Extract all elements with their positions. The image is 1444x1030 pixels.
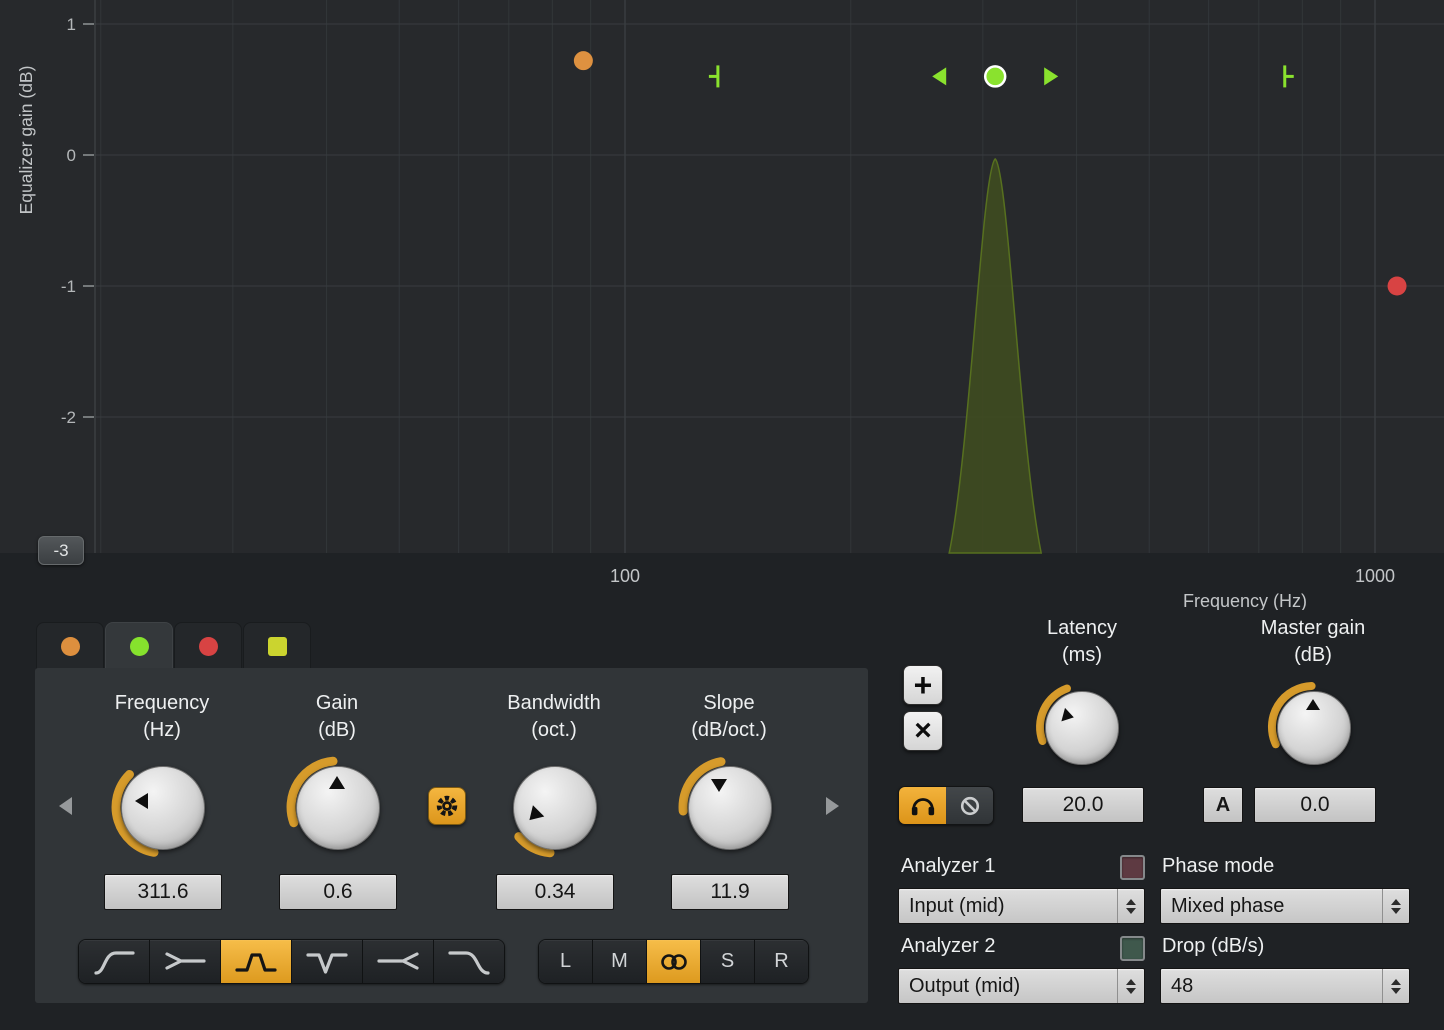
gain-knob-pointer-icon [329, 776, 345, 789]
no-listen-button[interactable] [946, 787, 993, 824]
highpass-icon [92, 946, 136, 978]
latency-knob-pointer-icon [1061, 708, 1075, 724]
red-filter-dot-handle[interactable] [1388, 277, 1407, 296]
lowpass-icon [447, 946, 491, 978]
phase-mode-label: Phase mode [1162, 855, 1274, 878]
phase-mode-selected-value: Mixed phase [1161, 895, 1382, 918]
drop-selected-value: 48 [1161, 975, 1382, 998]
drop-label: Drop (dB/s) [1162, 935, 1264, 958]
gain-value[interactable]: 0.6 [279, 874, 397, 910]
spinner-arrows-icon[interactable] [1382, 889, 1409, 923]
filter-4-square-icon [268, 637, 287, 656]
equalizer-plugin-window: 1 0 -1 -2 100 1000 Equalizer gain (dB) Freque… [0, 0, 1444, 1030]
frequency-knob[interactable] [121, 766, 205, 850]
analyzer2-selected-value: Output (mid) [899, 975, 1117, 998]
channel-left-button[interactable]: L [539, 940, 593, 983]
bandwidth-knob-pointer-icon [524, 805, 545, 826]
channel-stereo-button[interactable] [647, 940, 701, 983]
loshelf-icon [163, 946, 207, 978]
master-gain-value[interactable]: 0.0 [1254, 787, 1376, 823]
bandwidth-value[interactable]: 0.34 [496, 874, 614, 910]
filter-type-hishelf-button[interactable] [363, 940, 434, 983]
filter-2-dot-icon [130, 637, 149, 656]
gear-icon [434, 793, 460, 819]
filter-type-selector [78, 939, 505, 984]
channel-side-button[interactable]: S [701, 940, 755, 983]
analyzer2-checkbox[interactable] [1120, 936, 1145, 961]
listen-mode-group [898, 786, 994, 825]
eq-graph-canvas: 1 0 -1 -2 100 1000 Equalizer gain (dB) Freque… [0, 0, 1444, 610]
filter-edit-panel: Frequency (Hz) 311.6 Gain (dB) 0.6 [35, 668, 868, 1003]
slope-knob[interactable] [688, 766, 772, 850]
analyzer2-label: Analyzer 2 [901, 935, 996, 958]
prev-filter-arrow[interactable] [59, 797, 72, 815]
master-gain-knob-pointer-icon [1306, 699, 1320, 710]
bandwidth-knob[interactable] [513, 766, 597, 850]
latency-value[interactable]: 20.0 [1022, 787, 1144, 823]
block-icon [959, 795, 981, 817]
y-tick-label: -2 [61, 408, 76, 427]
hishelf-icon [376, 946, 420, 978]
y-tick-label: -1 [61, 277, 76, 296]
latency-knob[interactable] [1045, 691, 1119, 765]
slope-value[interactable]: 11.9 [671, 874, 789, 910]
stereo-link-icon [659, 952, 689, 972]
spinner-arrows-icon[interactable] [1382, 969, 1409, 1003]
notch-icon [305, 946, 349, 978]
green-filter-dot-handle[interactable] [985, 66, 1005, 86]
add-filter-button[interactable]: + [903, 665, 943, 705]
x-axis-title: Frequency (Hz) [1183, 591, 1307, 610]
filter-type-bell-button[interactable] [221, 940, 292, 983]
headphone-icon [910, 794, 936, 818]
filter-type-highpass-button[interactable] [79, 940, 150, 983]
filter-1-dot-icon [61, 637, 80, 656]
master-gain-label: Master gain (dB) [1238, 615, 1388, 669]
master-gain-knob[interactable] [1277, 691, 1351, 765]
filter-settings-button[interactable] [428, 787, 466, 825]
orange-filter-dot-handle[interactable] [574, 51, 593, 70]
gain-knob[interactable] [296, 766, 380, 850]
x-tick-label: 100 [610, 566, 640, 586]
eq-graph[interactable]: 1 0 -1 -2 100 1000 Equalizer gain (dB) Freque… [0, 0, 1444, 610]
channel-selector: L M S R [538, 939, 809, 984]
auto-gain-button[interactable]: A [1203, 787, 1243, 823]
bell-icon [234, 946, 278, 978]
frequency-value[interactable]: 311.6 [104, 874, 222, 910]
y-tick-label: 1 [67, 15, 76, 34]
min-gain-badge[interactable]: -3 [38, 536, 84, 565]
x-tick-label: 1000 [1355, 566, 1395, 586]
headphone-button[interactable] [899, 787, 946, 824]
analyzer1-label: Analyzer 1 [901, 855, 996, 878]
graph-background [0, 0, 1444, 553]
analyzer1-selected-value: Input (mid) [899, 895, 1117, 918]
frequency-knob-pointer-icon [135, 793, 148, 809]
drop-select[interactable]: 48 [1160, 968, 1410, 1004]
phase-mode-select[interactable]: Mixed phase [1160, 888, 1410, 924]
latency-label: Latency (ms) [1007, 615, 1157, 669]
bandwidth-label: Bandwidth (oct.) [474, 690, 634, 744]
tab-filter-4[interactable] [243, 622, 311, 669]
y-axis-title: Equalizer gain (dB) [16, 66, 36, 215]
frequency-label: Frequency (Hz) [82, 690, 242, 744]
y-tick-label: 0 [67, 146, 76, 165]
next-filter-arrow[interactable] [826, 797, 839, 815]
analyzer1-select[interactable]: Input (mid) [898, 888, 1145, 924]
analyzer1-checkbox[interactable] [1120, 855, 1145, 880]
filter-3-dot-icon [199, 637, 218, 656]
slope-knob-pointer-icon [711, 779, 727, 792]
channel-mid-button[interactable]: M [593, 940, 647, 983]
filter-type-loshelf-button[interactable] [150, 940, 221, 983]
channel-right-button[interactable]: R [755, 940, 808, 983]
spinner-arrows-icon[interactable] [1117, 969, 1144, 1003]
tab-filter-2[interactable] [105, 622, 173, 669]
filter-type-notch-button[interactable] [292, 940, 363, 983]
slope-label: Slope (dB/oct.) [649, 690, 809, 744]
gain-label: Gain (dB) [257, 690, 417, 744]
filter-type-lowpass-button[interactable] [434, 940, 504, 983]
tab-filter-1[interactable] [36, 622, 104, 669]
analyzer2-select[interactable]: Output (mid) [898, 968, 1145, 1004]
spinner-arrows-icon[interactable] [1117, 889, 1144, 923]
remove-filter-button[interactable]: × [903, 711, 943, 751]
tab-filter-3[interactable] [174, 622, 242, 669]
